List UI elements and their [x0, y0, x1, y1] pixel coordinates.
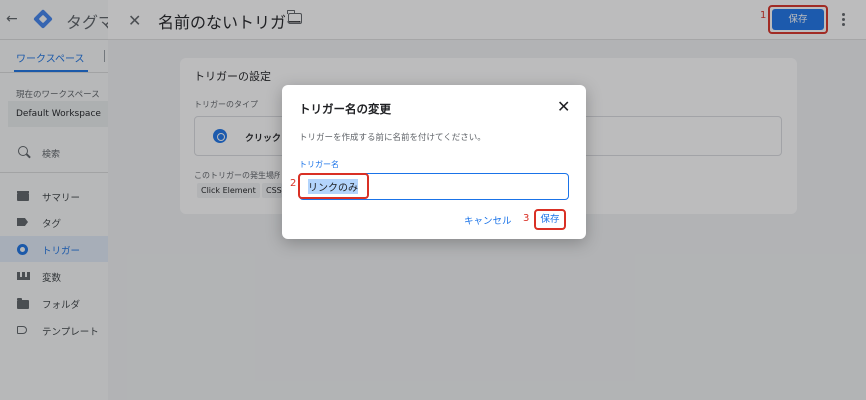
trigger-name-input[interactable]: [299, 173, 569, 200]
highlight-box: [534, 209, 566, 230]
close-icon[interactable]: ✕: [557, 97, 570, 116]
modal-backdrop: [0, 0, 108, 400]
trigger-name-label: トリガー名: [299, 160, 339, 169]
dialog-title: トリガー名の変更: [299, 102, 391, 116]
step-number-2: 2: [290, 178, 297, 189]
dialog-description: トリガーを作成する前に名前を付けてください。: [299, 133, 486, 143]
step-number-3: 3: [523, 213, 530, 224]
cancel-button[interactable]: キャンセル: [464, 213, 512, 227]
